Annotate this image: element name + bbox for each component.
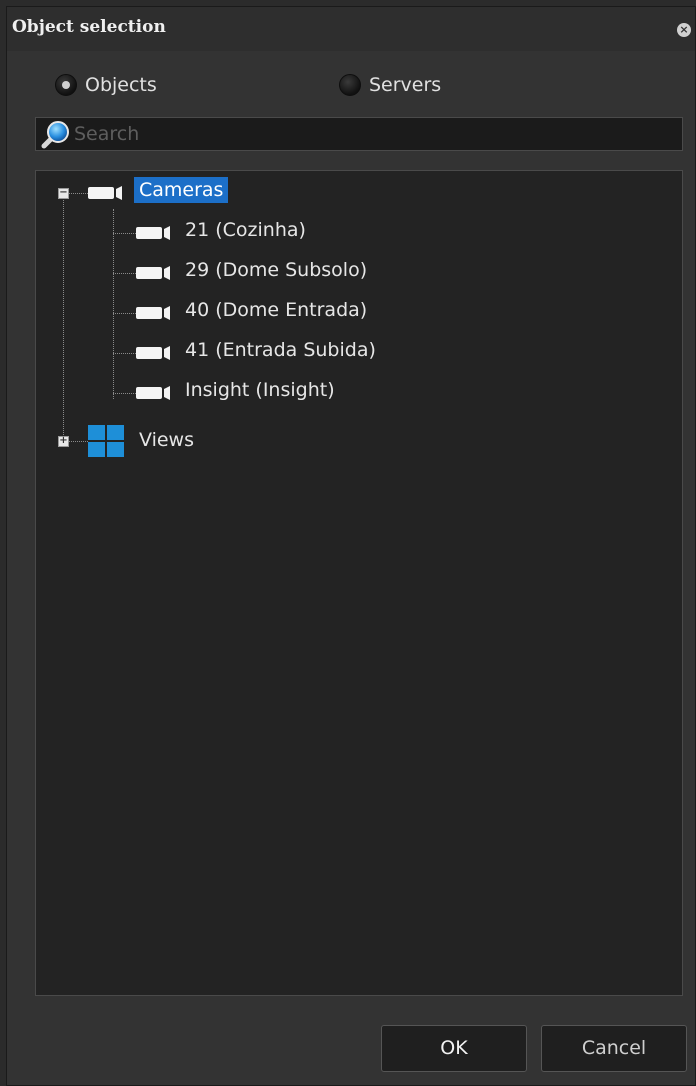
- tree-node-views[interactable]: Views: [134, 427, 199, 453]
- tree-connector: [68, 441, 88, 442]
- title-bar[interactable]: Object selection ×: [7, 7, 695, 51]
- search-field[interactable]: [35, 117, 683, 151]
- camera-icon: [136, 226, 170, 240]
- camera-icon: [136, 346, 170, 360]
- tree-connector: [113, 313, 136, 314]
- objects-radio-label[interactable]: Objects: [85, 74, 157, 96]
- object-tree[interactable]: − Cameras 21 (Cozinha) 29 (Dome Subsolo)…: [35, 170, 683, 996]
- tree-node-camera[interactable]: Insight (Insight): [180, 377, 340, 403]
- views-grid-icon: [88, 425, 124, 457]
- tree-node-camera[interactable]: 21 (Cozinha): [180, 217, 311, 243]
- tree-node-camera[interactable]: 40 (Dome Entrada): [180, 297, 372, 323]
- objects-radio-button[interactable]: [55, 74, 77, 96]
- tree-connector: [113, 353, 136, 354]
- search-icon: [41, 121, 69, 149]
- tree-node-camera[interactable]: 29 (Dome Subsolo): [180, 257, 372, 283]
- search-input[interactable]: [74, 118, 674, 150]
- tree-connector: [113, 393, 136, 394]
- ok-button[interactable]: OK: [381, 1025, 527, 1072]
- camera-icon: [136, 266, 170, 280]
- camera-icon: [136, 386, 170, 400]
- expand-views-toggle[interactable]: +: [58, 436, 69, 447]
- dialog-title: Object selection: [12, 17, 166, 37]
- close-icon[interactable]: ×: [677, 23, 691, 37]
- tree-connector: [113, 233, 136, 234]
- camera-icon: [88, 186, 122, 200]
- tree-connector: [113, 273, 136, 274]
- tree-root-connector: [63, 197, 64, 445]
- objects-radio-option[interactable]: Objects: [55, 71, 255, 101]
- camera-icon: [136, 306, 170, 320]
- object-selection-dialog: Object selection × Objects Servers Searc…: [6, 6, 696, 1086]
- collapse-cameras-toggle[interactable]: −: [58, 188, 69, 199]
- cancel-button[interactable]: Cancel: [541, 1025, 687, 1072]
- tree-node-cameras[interactable]: Cameras: [134, 177, 229, 203]
- tree-connector: [68, 193, 88, 194]
- servers-radio-button[interactable]: [339, 74, 361, 96]
- servers-radio-label[interactable]: Servers: [369, 74, 441, 96]
- tree-node-camera[interactable]: 41 (Entrada Subida): [180, 337, 381, 363]
- servers-radio-option[interactable]: Servers: [339, 71, 539, 101]
- tree-child-connector: [113, 209, 114, 399]
